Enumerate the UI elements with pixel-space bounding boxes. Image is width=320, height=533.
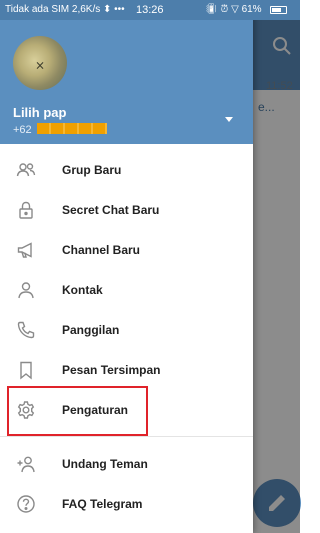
phone-icon [17, 321, 35, 339]
avatar-bird-icon: ⨯ [35, 58, 46, 72]
menu-label-new-group: Grup Baru [62, 163, 122, 177]
menu-label-saved-messages: Pesan Tersimpan [62, 363, 161, 377]
menu-label-invite-friends: Undang Teman [62, 457, 148, 471]
carrier-and-speed: Tidak ada SIM 2,6K/s ⬍ ••• [5, 4, 125, 15]
menu-item-contacts[interactable]: Kontak [0, 270, 253, 310]
phone-prefix: +62 [13, 124, 32, 136]
vibrate-icon: 📳︎ [205, 4, 218, 15]
status-bar: Tidak ada SIM 2,6K/s ⬍ ••• 13:26 📳︎ ⏰︎ ▽… [0, 0, 300, 20]
profile-name: Lilih pap [13, 105, 67, 120]
add-person-icon [17, 456, 35, 473]
menu-label-new-channel: Channel Baru [62, 243, 141, 257]
menu-item-saved-messages[interactable]: Pesan Tersimpan [0, 350, 253, 390]
menu-item-faq[interactable]: FAQ Telegram [0, 484, 253, 524]
menu-item-calls[interactable]: Panggilan [0, 310, 253, 350]
menu-label-faq: FAQ Telegram [62, 497, 143, 511]
menu-item-new-group[interactable]: Grup Baru [0, 150, 253, 190]
menu-label-calls: Panggilan [62, 323, 120, 337]
navigation-drawer: ⨯ Lilih pap +62 Grup Baru Secret Chat Ba… [0, 0, 253, 533]
accounts-expand-icon[interactable] [225, 117, 233, 122]
help-icon [17, 495, 35, 513]
lock-icon [19, 201, 33, 219]
group-icon [16, 163, 36, 177]
profile-phone: +62 [13, 123, 107, 136]
avatar[interactable]: ⨯ [13, 36, 67, 90]
bookmark-icon [20, 361, 32, 380]
status-icons: 📳︎ ⏰︎ ▽ 61% [205, 4, 262, 15]
menu-item-invite-friends[interactable]: Undang Teman [0, 444, 253, 484]
alarm-icon: ⏰︎ [220, 4, 229, 15]
wifi-icon: ▽ [231, 4, 239, 15]
phone-redaction [36, 123, 107, 134]
person-icon [18, 282, 34, 299]
megaphone-icon [17, 242, 32, 258]
battery-icon [270, 6, 287, 14]
menu-item-new-channel[interactable]: Channel Baru [0, 230, 253, 270]
battery-percent: 61% [241, 4, 262, 15]
drawer-header: ⨯ Lilih pap +62 [0, 0, 253, 144]
menu-label-contacts: Kontak [62, 283, 103, 297]
menu-divider [0, 436, 253, 437]
menu-label-new-secret-chat: Secret Chat Baru [62, 203, 160, 217]
clock: 13:26 [136, 4, 164, 16]
menu-item-new-secret-chat[interactable]: Secret Chat Baru [0, 190, 253, 230]
settings-highlight-box [7, 386, 148, 436]
